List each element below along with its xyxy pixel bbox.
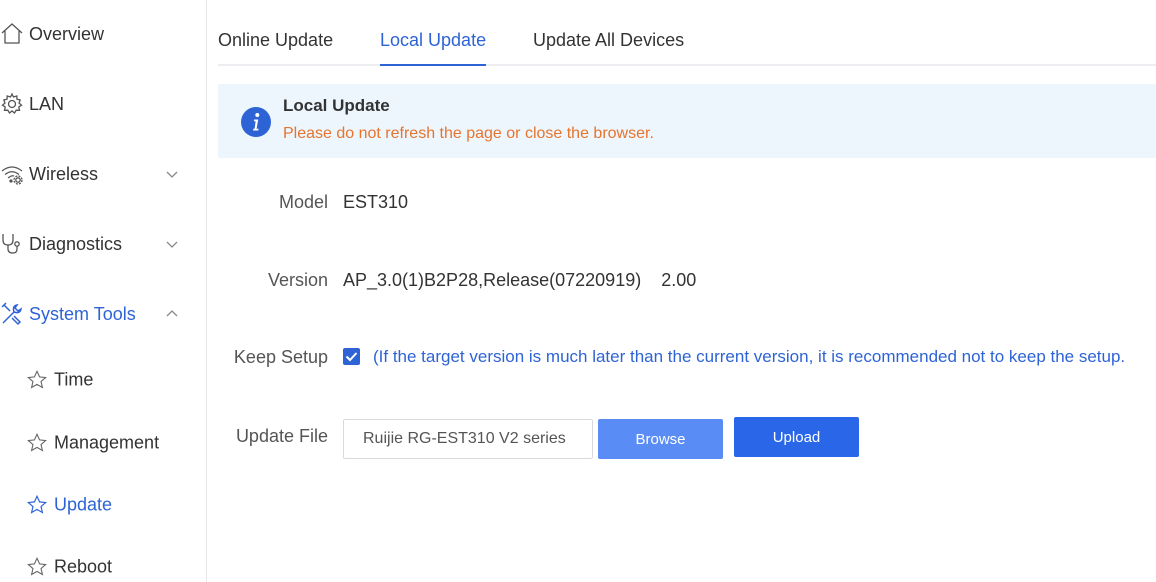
keep-setup-hint: (If the target version is much later tha… [373, 347, 1126, 366]
star-icon [27, 432, 47, 452]
sidebar-item-overview[interactable]: Overview [0, 14, 206, 54]
alert-message: Please do not refresh the page or close … [283, 125, 654, 142]
star-icon [27, 556, 47, 576]
wifi-gear-icon [0, 162, 24, 186]
tab-online-update[interactable]: Online Update [218, 30, 333, 66]
chevron-down-icon [166, 241, 178, 248]
upload-button[interactable]: Upload [734, 417, 859, 457]
sidebar-item-label: Diagnostics [29, 233, 123, 254]
alert-title: Local Update [283, 96, 390, 115]
update-file-label: Update File [235, 426, 328, 446]
model-value: EST310 [343, 192, 409, 212]
sidebar-item-label: LAN [29, 93, 65, 114]
home-icon [0, 22, 24, 46]
star-icon [27, 369, 47, 389]
sidebar-subitem-label: Time [54, 369, 94, 390]
sidebar-item-wireless[interactable]: Wireless [0, 154, 206, 194]
tab-local-update[interactable]: Local Update [380, 30, 487, 66]
gear-icon [0, 92, 24, 116]
sidebar-item-system-tools[interactable]: System Tools [0, 294, 206, 334]
sidebar-subitem-label: Reboot [54, 556, 113, 577]
sidebar-item-label: System Tools [29, 303, 136, 324]
sidebar-subitem-label: Management [54, 432, 160, 453]
sidebar-subitem-label: Update [54, 494, 113, 515]
tab-bar: Online Update Local Update Update All De… [218, 0, 1156, 66]
version-label: Version [267, 270, 328, 290]
update-file-input[interactable] [343, 419, 593, 459]
sidebar-subitem-reboot[interactable]: Reboot [0, 547, 206, 582]
tab-update-all-devices[interactable]: Update All Devices [533, 30, 684, 66]
sidebar-item-diagnostics[interactable]: Diagnostics [0, 224, 206, 264]
model-label: Model [278, 192, 328, 212]
keep-setup-checkbox[interactable] [343, 348, 360, 365]
chevron-up-icon [166, 310, 178, 317]
info-alert: Local Update Please do not refresh the p… [218, 84, 1156, 158]
sidebar-subitem-update[interactable]: Update [0, 485, 206, 525]
keep-setup-label: Keep Setup [233, 347, 328, 367]
star-icon [26, 494, 48, 514]
stethoscope-icon [0, 232, 24, 256]
version-value: AP_3.0(1)B2P28,Release(07220919) 2.00 [343, 270, 697, 290]
sidebar: Overview LAN Wireless Diagnostics System… [0, 0, 207, 582]
info-icon [241, 107, 271, 137]
checkmark-icon [345, 352, 358, 362]
sidebar-subitem-time[interactable]: Time [0, 360, 206, 400]
sidebar-item-lan[interactable]: LAN [0, 84, 206, 124]
sidebar-subitem-management[interactable]: Management [0, 423, 206, 463]
sidebar-item-label: Wireless [29, 163, 99, 184]
browse-button[interactable]: Browse [598, 419, 723, 459]
sidebar-item-label: Overview [29, 23, 105, 44]
tools-icon [0, 302, 24, 326]
chevron-down-icon [166, 171, 178, 178]
